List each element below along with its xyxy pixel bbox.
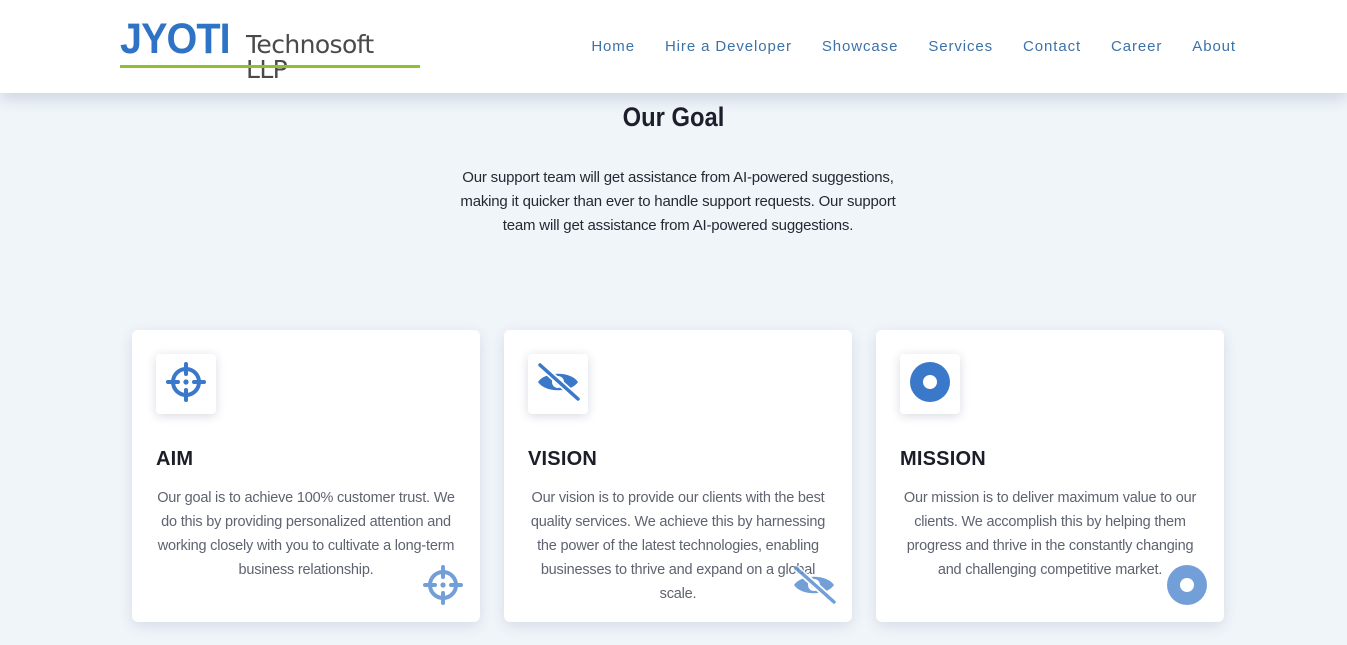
card-icon-box [528, 354, 588, 414]
section-description: Our support team will get assistance fro… [460, 169, 896, 234]
nav-item-contact[interactable]: Contact [1023, 37, 1081, 57]
dot-circle-icon [1164, 562, 1210, 608]
crosshairs-icon [420, 562, 466, 608]
dot-circle-icon [909, 361, 951, 408]
card-title: VISION [528, 448, 597, 470]
card-vision: VISION Our vision is to provide our clie… [504, 330, 852, 622]
nav-item-showcase[interactable]: Showcase [822, 37, 898, 57]
eye-slash-icon [788, 562, 840, 608]
card-title: MISSION [900, 448, 986, 470]
brand-name-sub: Technosoft LLP [246, 30, 374, 84]
main-nav: Home Hire a Developer Showcase Services … [591, 37, 1236, 57]
card-mission: MISSION Our mission is to deliver maximu… [876, 330, 1224, 622]
card-icon-box [900, 354, 960, 414]
section-title: Our Goal [622, 102, 725, 132]
card-icon-box [156, 354, 216, 414]
brand-underline [120, 65, 420, 68]
nav-item-hire-a-developer[interactable]: Hire a Developer [665, 37, 792, 57]
brand-name-main: JYOTI [120, 15, 231, 63]
eye-slash-icon [534, 361, 582, 407]
card-title: AIM [156, 448, 194, 470]
card-text: Our mission is to deliver maximum value … [903, 490, 1197, 578]
nav-item-services[interactable]: Services [928, 37, 993, 57]
nav-item-career[interactable]: Career [1111, 37, 1162, 57]
crosshairs-icon [166, 361, 206, 407]
card-aim: AIM Our goal is to achieve 100% customer… [132, 330, 480, 622]
nav-item-home[interactable]: Home [591, 37, 635, 57]
site-header: JYOTI Technosoft LLP Home Hire a Develop… [0, 0, 1347, 93]
brand-logo[interactable]: JYOTI Technosoft LLP [120, 15, 420, 82]
card-text: Our goal is to achieve 100% customer tru… [157, 490, 455, 578]
nav-item-about[interactable]: About [1192, 37, 1236, 57]
